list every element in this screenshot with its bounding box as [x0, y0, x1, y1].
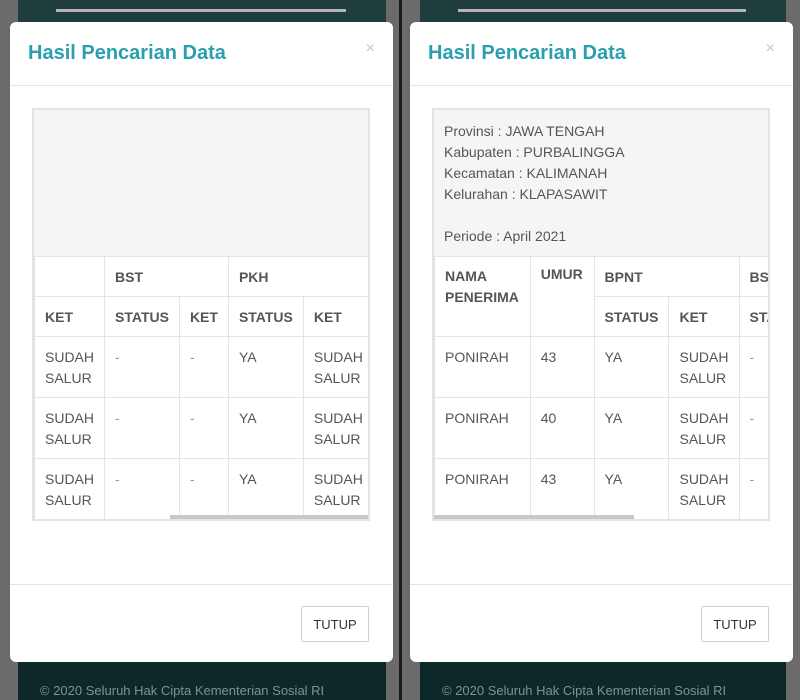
cell-ket: SUDAH SALUR	[668, 336, 740, 398]
sub-header-ket: KET	[668, 296, 740, 337]
table-cell: -	[104, 397, 180, 459]
sub-header: KET	[302, 296, 368, 337]
cell-umur: 40	[529, 397, 595, 459]
table-cell: -	[178, 397, 229, 459]
screenshot-right: © 2020 Seluruh Hak Cipta Kementerian Sos…	[402, 0, 800, 700]
modal-title: Hasil Pencarian Data	[28, 42, 226, 64]
horizontal-scrollbar[interactable]	[170, 515, 368, 519]
result-modal: Hasil Pencarian Data × Provinsi : JAWA T…	[410, 22, 793, 662]
sub-header: STATUS	[227, 296, 304, 337]
group-header-bpnt: BPNT	[593, 256, 740, 297]
cell-umur: 43	[529, 458, 595, 519]
cell-bst-status: -	[738, 336, 768, 398]
table-sub-header-row: KET STATUS KET STATUS KET	[34, 296, 368, 337]
modal-header: Hasil Pencarian Data ×	[410, 22, 793, 86]
cell-nama: PONIRAH	[434, 336, 531, 398]
result-table: NAMA PENERIMA UMUR BPNT BST STATUS KET S…	[434, 256, 768, 519]
table-cell: YA	[227, 397, 304, 459]
cell-nama: PONIRAH	[434, 458, 531, 519]
group-header-bst: BST	[104, 256, 229, 297]
info-periode: Periode : April 2021	[444, 228, 567, 244]
screenshot-left: © 2020 Seluruh Hak Cipta Kementerian Sos…	[0, 0, 400, 700]
table-cell: SUDAH SALUR	[302, 336, 368, 398]
close-button[interactable]: TUTUP	[301, 606, 369, 642]
sub-header-bst-status: STA	[738, 296, 768, 337]
footer-copyright: © 2020 Seluruh Hak Cipta Kementerian Sos…	[40, 683, 325, 698]
table-cell: YA	[227, 458, 304, 519]
background-navbar	[420, 0, 786, 22]
table-group-header-row: BST PKH	[34, 256, 368, 297]
background-footer: © 2020 Seluruh Hak Cipta Kementerian Sos…	[420, 658, 786, 700]
sub-header: KET	[34, 296, 106, 337]
close-button[interactable]: TUTUP	[701, 606, 769, 642]
table-row: PONIRAH 43 YA SUDAH SALUR -	[434, 458, 768, 519]
header-nama-penerima: NAMA PENERIMA	[434, 256, 531, 337]
header-umur: UMUR	[529, 256, 595, 337]
cell-umur: 43	[529, 336, 595, 398]
table-cell: SUDAH SALUR	[34, 458, 106, 519]
sub-header-status: STATUS	[593, 296, 670, 337]
table-cell: -	[104, 336, 180, 398]
cell-bst-status: -	[738, 458, 768, 519]
background-bar	[56, 9, 346, 12]
table-cell: SUDAH SALUR	[302, 397, 368, 459]
sub-header: STATUS	[104, 296, 180, 337]
info-block	[34, 110, 368, 256]
result-table: BST PKH KET STATUS KET STATUS KET SUDAH …	[34, 256, 368, 519]
footer-copyright: © 2020 Seluruh Hak Cipta Kementerian Sos…	[442, 683, 727, 698]
result-modal: Hasil Pencarian Data × BST PKH KET STATU…	[10, 22, 393, 662]
close-icon[interactable]: ×	[366, 40, 375, 58]
table-group-header-row: NAMA PENERIMA UMUR BPNT BST	[434, 256, 768, 337]
table-cell: -	[178, 458, 229, 519]
table-row: PONIRAH 40 YA SUDAH SALUR -	[434, 397, 768, 459]
table-row: SUDAH SALUR - - YA SUDAH SALUR	[34, 458, 368, 519]
group-header-pkh: PKH	[227, 256, 368, 297]
table-cell: -	[178, 336, 229, 398]
table-row: PONIRAH 43 YA SUDAH SALUR -	[434, 336, 768, 398]
group-header	[34, 256, 106, 297]
modal-header: Hasil Pencarian Data ×	[10, 22, 393, 86]
cell-bst-status: -	[738, 397, 768, 459]
table-cell: SUDAH SALUR	[34, 336, 106, 398]
info-kabupaten: Kabupaten : PURBALINGGA	[444, 144, 625, 160]
cell-status: YA	[593, 336, 670, 398]
cell-status: YA	[593, 397, 670, 459]
background-footer: © 2020 Seluruh Hak Cipta Kementerian Sos…	[18, 658, 386, 700]
table-cell: YA	[227, 336, 304, 398]
modal-footer: TUTUP	[410, 584, 793, 662]
background-navbar	[18, 0, 386, 22]
info-kelurahan: Kelurahan : KLAPASAWIT	[444, 186, 608, 202]
result-scroll-area[interactable]: Provinsi : JAWA TENGAH Kabupaten : PURBA…	[432, 108, 770, 521]
info-kecamatan: Kecamatan : KALIMANAH	[444, 165, 608, 181]
close-icon[interactable]: ×	[766, 40, 775, 58]
modal-footer: TUTUP	[10, 584, 393, 662]
modal-title: Hasil Pencarian Data	[428, 42, 626, 64]
info-provinsi: Provinsi : JAWA TENGAH	[444, 123, 605, 139]
table-cell: SUDAH SALUR	[34, 397, 106, 459]
group-header-bst: BST	[738, 256, 768, 297]
table-row: SUDAH SALUR - - YA SUDAH SALUR	[34, 397, 368, 459]
table-row: SUDAH SALUR - - YA SUDAH SALUR	[34, 336, 368, 398]
cell-nama: PONIRAH	[434, 397, 531, 459]
horizontal-scrollbar[interactable]	[434, 515, 634, 519]
table-cell: -	[104, 458, 180, 519]
cell-ket: SUDAH SALUR	[668, 458, 740, 519]
cell-ket: SUDAH SALUR	[668, 397, 740, 459]
table-cell: SUDAH SALUR	[302, 458, 368, 519]
background-bar	[458, 9, 746, 12]
sub-header: KET	[178, 296, 229, 337]
cell-status: YA	[593, 458, 670, 519]
result-scroll-area[interactable]: BST PKH KET STATUS KET STATUS KET SUDAH …	[32, 108, 370, 521]
info-block: Provinsi : JAWA TENGAH Kabupaten : PURBA…	[434, 110, 768, 256]
